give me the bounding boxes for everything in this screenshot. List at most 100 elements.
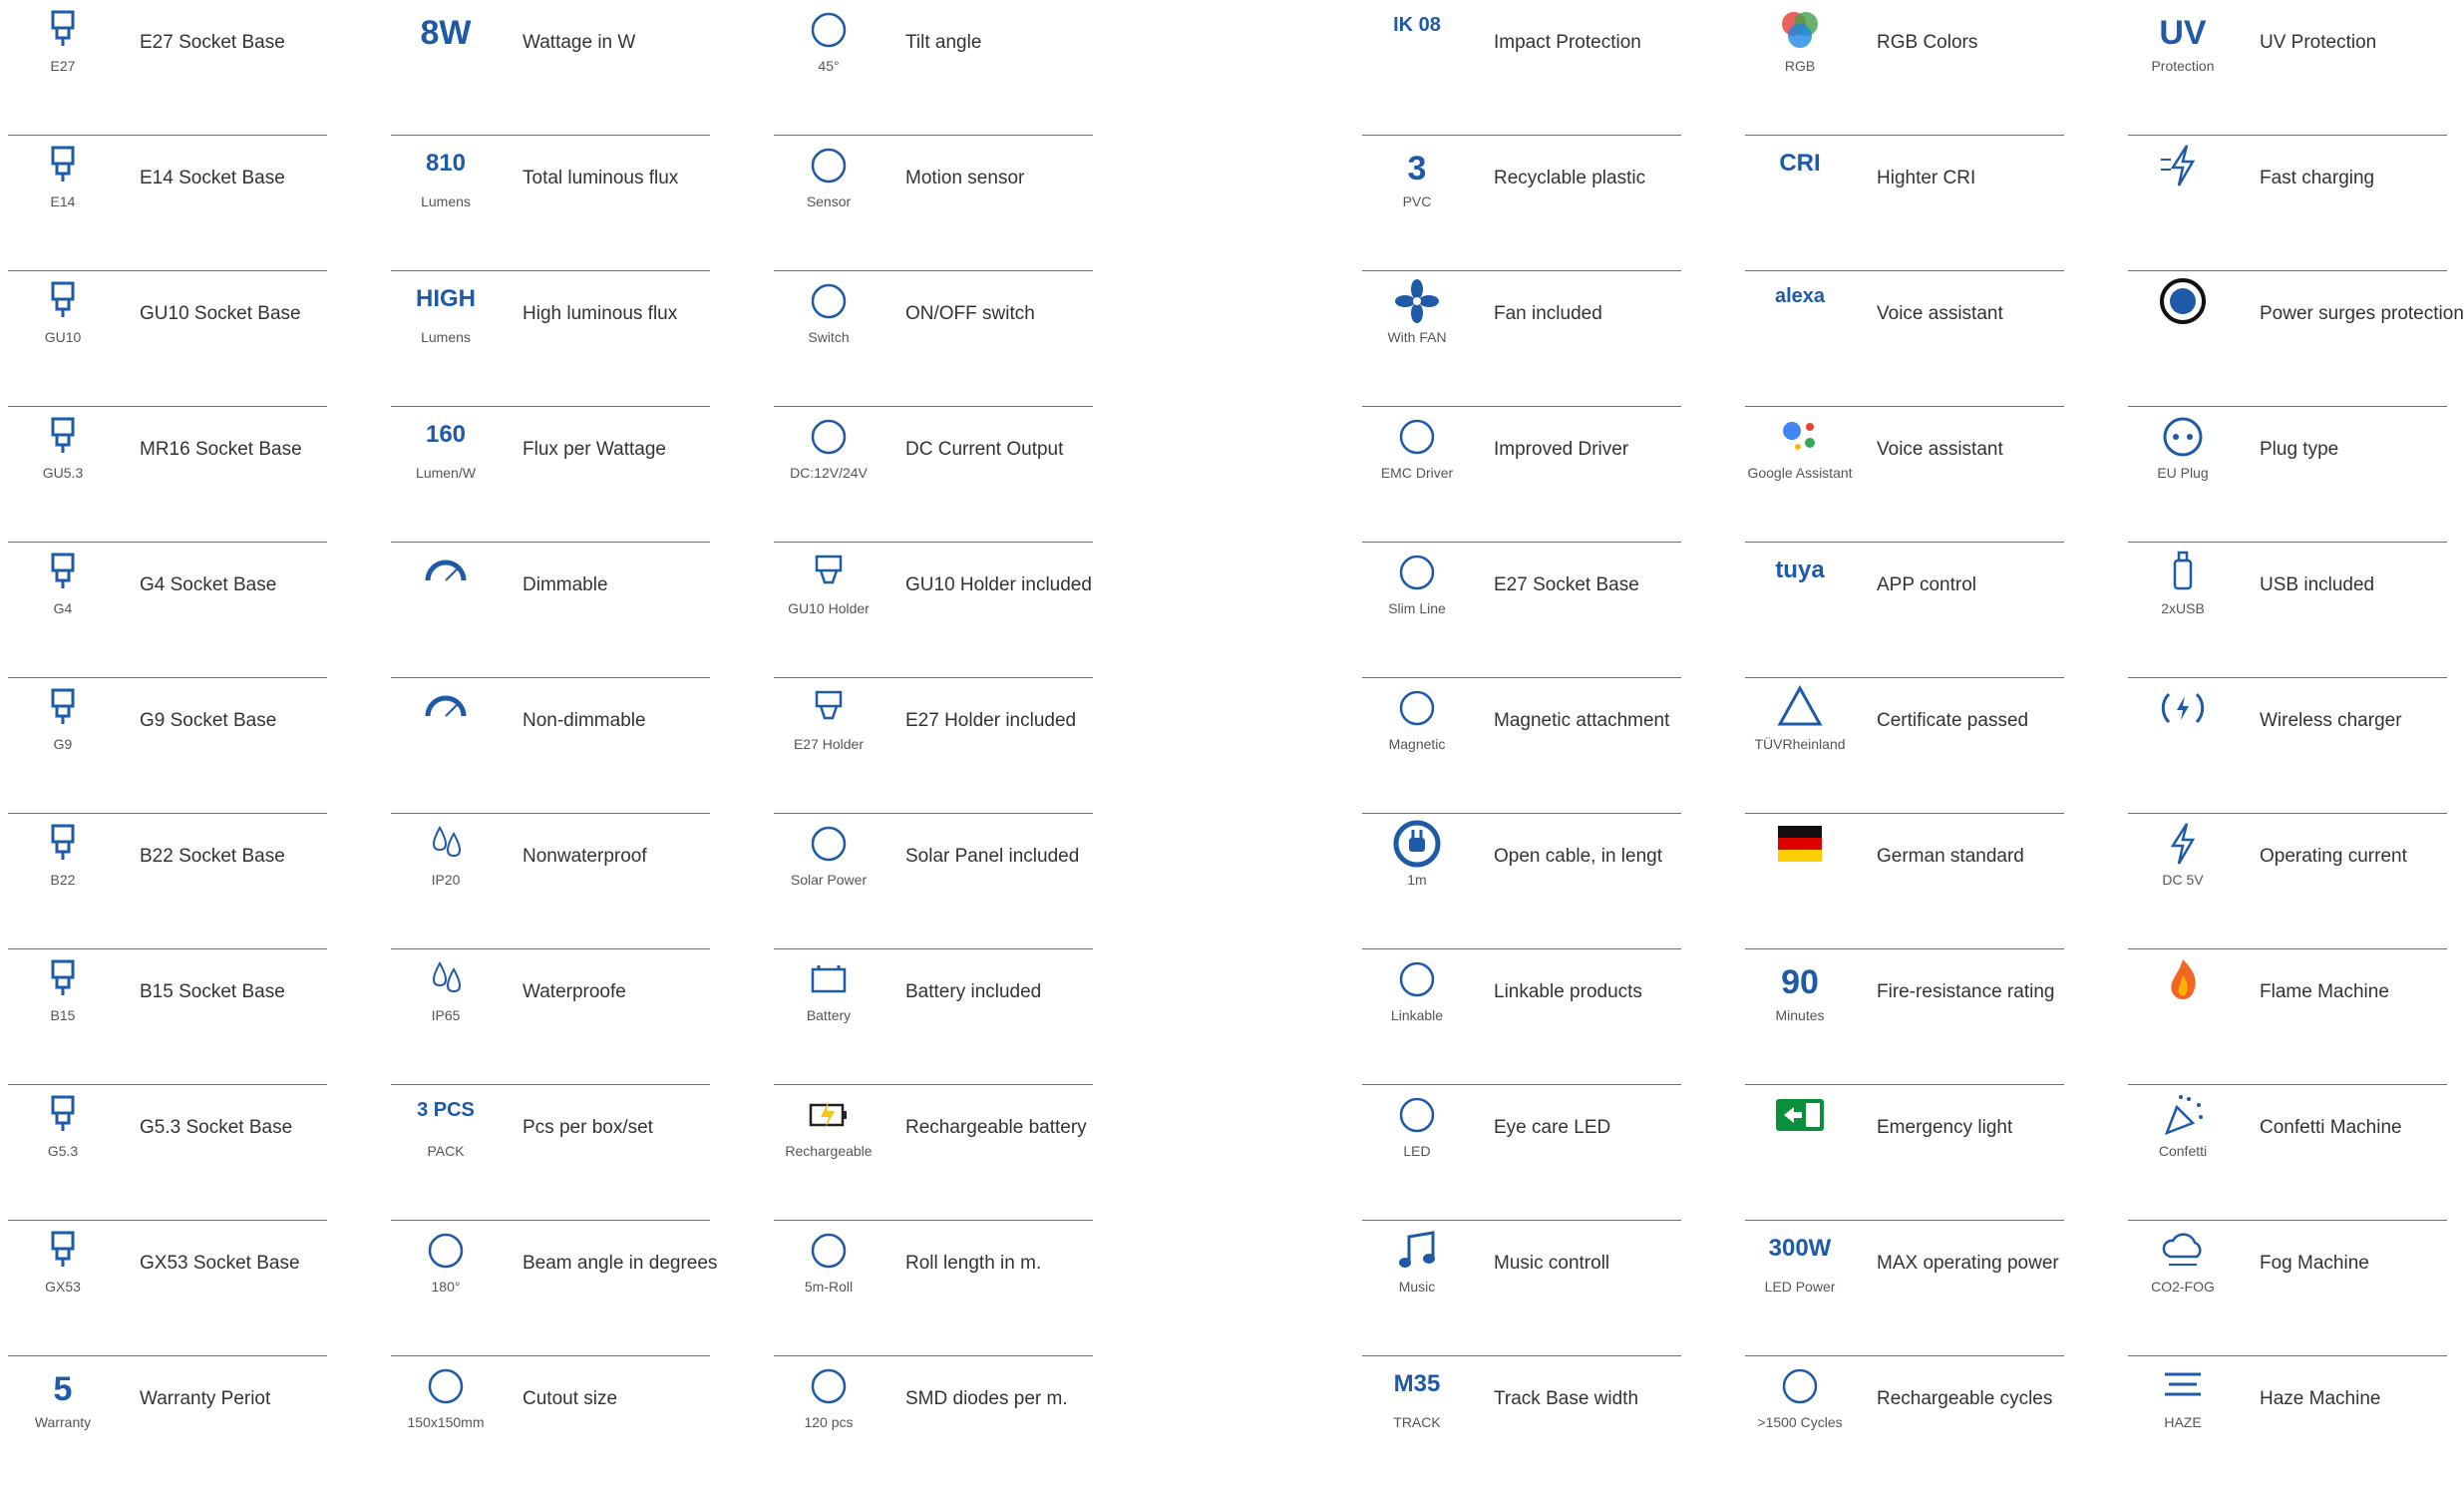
feature-label: Music controll — [1494, 1253, 1610, 1274]
fast-charge-icon — [2128, 136, 2238, 271]
holder-icon: GU10 Holder — [774, 543, 883, 678]
icon-value: 90 — [1781, 963, 1819, 1001]
icon-value: M35 — [1393, 1370, 1441, 1397]
tuv-icon: TÜVRheinland — [1745, 678, 1855, 814]
feature-item: HAZE Haze Machine — [2128, 1356, 2447, 1492]
feature-item: 5m-Roll Roll length in m. — [774, 1221, 1093, 1356]
feature-label: Battery included — [905, 981, 1042, 1002]
icon-caption: E27 — [50, 58, 76, 74]
feature-label: Magnetic attachment — [1494, 710, 1670, 731]
icon-caption: Rechargeable — [785, 1143, 873, 1159]
feature-label: Track Base width — [1494, 1388, 1639, 1409]
switch-icon: Switch — [774, 271, 883, 407]
feature-item: LED Eye care LED — [1362, 1085, 1681, 1221]
magnet-icon: Magnetic — [1362, 678, 1472, 814]
icon-caption: DC 5V — [2162, 872, 2204, 888]
feature-label: MR16 Socket Base — [140, 439, 302, 460]
icon-caption: Lumen/W — [416, 465, 476, 481]
feature-item: Slim Line E27 Socket Base — [1362, 543, 1681, 678]
icon-caption: G5.3 — [47, 1143, 79, 1159]
feature-item: EMC Driver Improved Driver — [1362, 407, 1681, 543]
feature-item: Dimmable — [391, 543, 710, 678]
fire-icon: 90 Minutes — [1745, 949, 1855, 1085]
feature-item: 5 Warranty Warranty Periot — [8, 1356, 327, 1492]
feature-item: Non-dimmable — [391, 678, 710, 814]
feature-item: RGB RGB Colors — [1745, 0, 2064, 136]
feature-item: Rechargeable Rechargeable battery — [774, 1085, 1093, 1221]
icon-caption: RGB — [1784, 58, 1816, 74]
feature-item: Switch ON/OFF switch — [774, 271, 1093, 407]
icon-caption: G4 — [53, 600, 73, 616]
icon-value: HIGH — [416, 285, 476, 312]
socket-base-icon: G4 — [8, 543, 118, 678]
icon-caption: >1500 Cycles — [1757, 1414, 1843, 1430]
feature-label: Nonwaterproof — [523, 846, 647, 867]
rgb-icon: RGB — [1745, 0, 1855, 136]
feature-item: German standard — [1745, 814, 2064, 949]
icon-caption: HAZE — [2164, 1414, 2202, 1430]
feature-label: ON/OFF switch — [905, 303, 1035, 324]
feature-item: Google Assistant Voice assistant — [1745, 407, 2064, 543]
icon-caption: EU Plug — [2157, 465, 2209, 481]
feature-label: Solar Panel included — [905, 846, 1080, 867]
feature-item: 8W Wattage in W — [391, 0, 710, 136]
icon-caption: GU5.3 — [42, 465, 84, 481]
feature-label: Rechargeable battery — [905, 1117, 1087, 1138]
feature-item: UV Protection UV Protection — [2128, 0, 2447, 136]
icon-caption: GU10 Holder — [788, 600, 870, 616]
feature-item: 810 Lumens Total luminous flux — [391, 136, 710, 271]
roll-icon: 5m-Roll — [774, 1221, 883, 1356]
ik08-icon: IK 08 — [1362, 0, 1472, 136]
feature-column: 45° Tilt angle Sensor Motion sensor Switch ON… — [774, 0, 1093, 1492]
box-icon: 3 PCS PACK — [391, 1085, 501, 1221]
feature-label: G4 Socket Base — [140, 574, 277, 595]
icon-caption: CO2-FOG — [2151, 1279, 2215, 1295]
icon-caption: IP20 — [431, 872, 461, 888]
feature-label: Tilt angle — [905, 32, 982, 53]
feature-label: Pcs per box/set — [523, 1117, 653, 1138]
icon-caption: 2xUSB — [2161, 600, 2205, 616]
feature-label: G9 Socket Base — [140, 710, 277, 731]
feature-label: E27 Socket Base — [140, 32, 285, 53]
feature-label: G5.3 Socket Base — [140, 1117, 293, 1138]
feature-item: 160 Lumen/W Flux per Wattage — [391, 407, 710, 543]
icon-caption: 120 pcs — [804, 1414, 854, 1430]
icon-caption: G9 — [53, 736, 73, 752]
sun-icon: 160 Lumen/W — [391, 407, 501, 543]
solar-icon: Solar Power — [774, 814, 883, 949]
icon-caption: B15 — [50, 1007, 76, 1023]
driver-icon: EMC Driver — [1362, 407, 1472, 543]
feature-label: GU10 Socket Base — [140, 303, 301, 324]
feature-label: Motion sensor — [905, 168, 1025, 188]
icon-caption: E27 Holder — [793, 736, 865, 752]
feature-item: Linkable Linkable products — [1362, 949, 1681, 1085]
sun-icon: HIGH Lumens — [391, 271, 501, 407]
feature-item: 3 PVC Recyclable plastic — [1362, 136, 1681, 271]
feature-item: With FAN Fan included — [1362, 271, 1681, 407]
eu-plug-icon: EU Plug — [2128, 407, 2238, 543]
icon-caption: Sensor — [806, 193, 852, 209]
feature-item: DC:12V/24V DC Current Output — [774, 407, 1093, 543]
eye-icon: LED — [1362, 1085, 1472, 1221]
icon-caption: EMC Driver — [1380, 465, 1454, 481]
icon-value: 810 — [425, 150, 467, 177]
alexa-icon: alexa — [1745, 271, 1855, 407]
feature-item: TÜVRheinland Certificate passed — [1745, 678, 2064, 814]
slim-icon: Slim Line — [1362, 543, 1472, 678]
sun-icon: 810 Lumens — [391, 136, 501, 271]
feature-item: M35 TRACK Track Base width — [1362, 1356, 1681, 1492]
feature-label: Fan included — [1494, 303, 1602, 324]
music-icon: Music — [1362, 1221, 1472, 1356]
feature-label: Total luminous flux — [523, 168, 679, 188]
feature-item: IP20 Nonwaterproof — [391, 814, 710, 949]
uv-icon: UV Protection — [2128, 0, 2238, 136]
plug-icon: 1m — [1362, 814, 1472, 949]
icon-caption: 45° — [818, 58, 840, 74]
feature-label: Eye care LED — [1494, 1117, 1611, 1138]
feature-label: GX53 Socket Base — [140, 1253, 300, 1274]
feature-item: B15 B15 Socket Base — [8, 949, 327, 1085]
icon-value: IK 08 — [1393, 14, 1441, 36]
feature-item: DC 5V Operating current — [2128, 814, 2447, 949]
feature-item: HIGH Lumens High luminous flux — [391, 271, 710, 407]
feature-label: High luminous flux — [523, 303, 678, 324]
